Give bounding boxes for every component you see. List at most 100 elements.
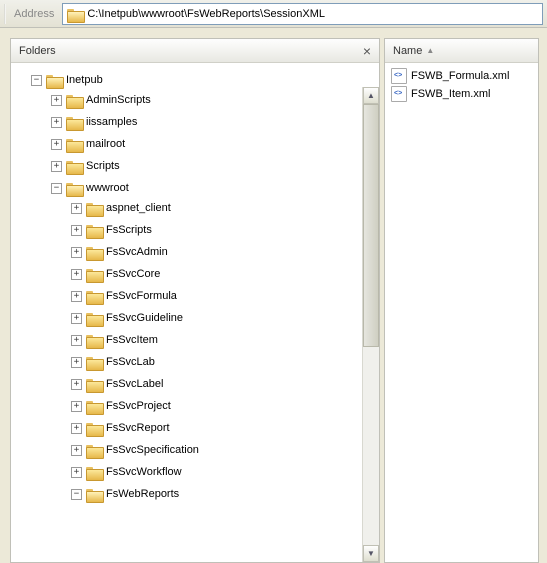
expand-icon[interactable]: + (71, 313, 82, 324)
tree-node[interactable]: +FsSvcAdmin (71, 243, 379, 261)
folders-pane: Folders × − Inetpub + AdminScripts + iissampl… (10, 38, 380, 563)
column-label: Name (393, 45, 422, 57)
files-pane: Name ▲ FSWB_Formula.xml FSWB_Item.xml (384, 38, 539, 563)
file-name: FSWB_Formula.xml (411, 70, 509, 82)
folder-icon (86, 333, 102, 347)
tree-node[interactable]: − FsWebReports (71, 485, 379, 503)
expand-icon[interactable]: + (71, 445, 82, 456)
tree-node-label: FsSvcLab (106, 356, 155, 368)
expand-icon[interactable]: + (71, 291, 82, 302)
address-input[interactable]: C:\Inetpub\wwwroot\FsWebReports\SessionX… (62, 3, 543, 25)
name-column-header[interactable]: Name ▲ (393, 45, 434, 57)
tree-node-label: FsSvcGuideline (106, 312, 183, 324)
tree-node-label: FsSvcProject (106, 400, 171, 412)
file-item[interactable]: FSWB_Formula.xml (387, 67, 536, 85)
expand-icon[interactable]: + (71, 423, 82, 434)
main-panes: Folders × − Inetpub + AdminScripts + iissampl… (0, 28, 547, 563)
tree-node[interactable]: + FsSvcGuideline (71, 309, 379, 327)
tree-node[interactable]: + FsSvcProject (71, 397, 379, 415)
tree-node[interactable]: + FsSvcItem (71, 331, 379, 349)
folder-icon (86, 289, 102, 303)
folder-icon (66, 115, 82, 129)
folder-icon (86, 399, 102, 413)
scroll-thumb[interactable] (363, 104, 379, 347)
expand-icon[interactable]: + (71, 379, 82, 390)
tree-node[interactable]: − wwwroot (51, 179, 379, 197)
tree-node[interactable]: + iissamples (51, 113, 379, 131)
folder-icon (86, 355, 102, 369)
tree-node-label: iissamples (86, 116, 137, 128)
tree-node-label: FsSvcItem (106, 334, 158, 346)
expand-icon[interactable]: + (71, 203, 82, 214)
tree-node-label: Inetpub (66, 74, 103, 86)
folder-icon (46, 73, 62, 87)
folder-icon (66, 159, 82, 173)
expand-icon[interactable]: + (71, 357, 82, 368)
folder-tree[interactable]: − Inetpub + AdminScripts + iissamples + mailroo… (11, 63, 379, 562)
expand-icon[interactable]: + (51, 117, 62, 128)
expand-icon[interactable]: + (71, 269, 82, 280)
tree-node[interactable]: + FsSvcLab (71, 353, 379, 371)
folder-icon (86, 267, 102, 281)
folder-icon (86, 311, 102, 325)
xml-file-icon (391, 68, 407, 84)
close-icon[interactable]: × (363, 43, 371, 59)
tree-scrollbar[interactable]: ▲ ▼ (362, 87, 379, 562)
folder-icon (86, 443, 102, 457)
expand-icon[interactable]: + (51, 161, 62, 172)
tree-node[interactable]: + FsSvcSpecification (71, 441, 379, 459)
tree-node[interactable]: +FsSvcReport (71, 419, 379, 437)
expand-icon[interactable]: + (51, 139, 62, 150)
address-label: Address (12, 8, 56, 20)
tree-node[interactable]: + FsSvcLabel (71, 375, 379, 393)
expand-icon[interactable]: + (71, 225, 82, 236)
folders-header: Folders × (11, 39, 379, 63)
tree-node[interactable]: + Scripts (51, 157, 379, 175)
toolbar-separator (4, 4, 6, 24)
tree-node-label: FsSvcSpecification (106, 444, 199, 456)
folder-icon (66, 93, 82, 107)
folder-icon (86, 245, 102, 259)
expand-icon[interactable]: + (51, 95, 62, 106)
tree-node-label: FsWebReports (106, 488, 179, 500)
folder-icon (86, 487, 102, 501)
tree-node-label: aspnet_client (106, 202, 171, 214)
folder-icon (66, 137, 82, 151)
tree-node[interactable]: + mailroot (51, 135, 379, 153)
tree-node-label: FsSvcLabel (106, 378, 163, 390)
collapse-icon[interactable]: − (51, 183, 62, 194)
folder-icon (86, 201, 102, 215)
tree-node[interactable]: + aspnet_client (71, 199, 379, 217)
folder-icon (67, 7, 83, 21)
sort-indicator-icon: ▲ (426, 46, 434, 55)
tree-node[interactable]: + AdminScripts (51, 91, 379, 109)
folders-title: Folders (19, 45, 56, 57)
collapse-icon[interactable]: − (71, 489, 82, 500)
folder-icon (86, 377, 102, 391)
folder-icon (66, 181, 82, 195)
tree-node-label: wwwroot (86, 182, 129, 194)
expand-icon[interactable]: + (71, 247, 82, 258)
files-header: Name ▲ (385, 39, 538, 63)
tree-node[interactable]: + FsSvcFormula (71, 287, 379, 305)
address-path: C:\Inetpub\wwwroot\FsWebReports\SessionX… (87, 8, 325, 20)
tree-node[interactable]: +FsSvcWorkflow (71, 463, 379, 481)
tree-node-label: AdminScripts (86, 94, 151, 106)
collapse-icon[interactable]: − (31, 75, 42, 86)
tree-node-label: Scripts (86, 160, 120, 172)
scroll-track[interactable] (363, 104, 379, 545)
file-name: FSWB_Item.xml (411, 88, 490, 100)
tree-node[interactable]: +FsScripts (71, 221, 379, 239)
folder-icon (86, 223, 102, 237)
expand-icon[interactable]: + (71, 401, 82, 412)
tree-node[interactable]: +FsSvcCore (71, 265, 379, 283)
expand-icon[interactable]: + (71, 467, 82, 478)
tree-node-label: mailroot (86, 138, 125, 150)
folder-icon (86, 465, 102, 479)
tree-node[interactable]: − Inetpub (31, 71, 379, 89)
expand-icon[interactable]: + (71, 335, 82, 346)
scroll-down-button[interactable]: ▼ (363, 545, 379, 562)
file-item[interactable]: FSWB_Item.xml (387, 85, 536, 103)
tree-node-label: FsSvcFormula (106, 290, 177, 302)
scroll-up-button[interactable]: ▲ (363, 87, 379, 104)
